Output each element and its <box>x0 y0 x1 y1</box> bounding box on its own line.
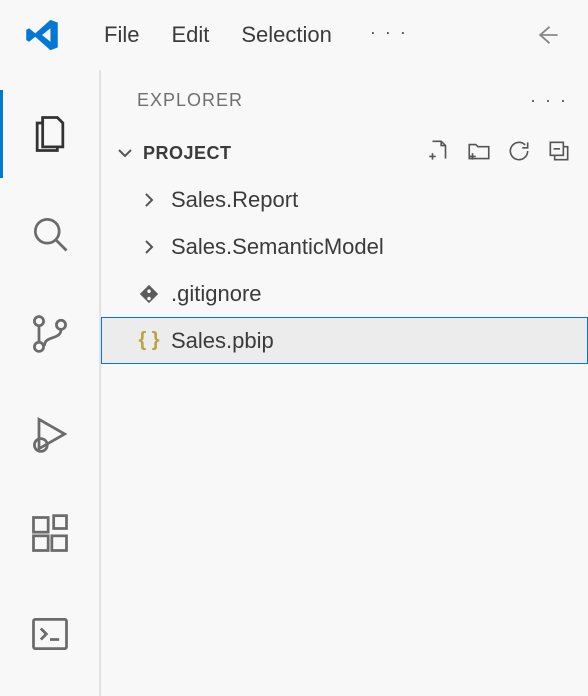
tree-file[interactable]: .gitignore <box>101 270 588 317</box>
file-tree: Sales.Report Sales.SemanticModel .gitign… <box>101 176 588 364</box>
activity-terminal[interactable] <box>0 584 100 684</box>
sidebar-title-text: EXPLORER <box>137 90 243 111</box>
chevron-right-icon <box>137 188 161 212</box>
menu-selection[interactable]: Selection <box>225 16 348 54</box>
terminal-icon <box>28 612 72 656</box>
branch-icon <box>28 312 72 356</box>
sidebar-more-actions[interactable]: · · · <box>530 90 568 111</box>
extensions-icon <box>28 512 72 556</box>
new-file-button[interactable] <box>426 138 452 169</box>
tree-item-label: Sales.Report <box>171 187 298 213</box>
activity-explorer[interactable] <box>0 84 100 184</box>
json-file-icon: { } <box>137 329 161 353</box>
tree-folder[interactable]: Sales.SemanticModel <box>101 223 588 270</box>
tree-item-label: .gitignore <box>171 281 262 307</box>
section-actions <box>426 138 572 169</box>
new-file-icon <box>426 138 452 164</box>
collapse-all-button[interactable] <box>546 138 572 169</box>
collapse-icon <box>546 138 572 164</box>
debug-icon <box>28 412 72 456</box>
activity-search[interactable] <box>0 184 100 284</box>
tree-item-label: Sales.pbip <box>171 328 274 354</box>
refresh-button[interactable] <box>506 138 532 169</box>
menu-edit[interactable]: Edit <box>155 16 225 54</box>
section-header-project[interactable]: PROJECT <box>101 130 588 176</box>
titlebar: File Edit Selection · · · <box>0 0 588 70</box>
tree-item-label: Sales.SemanticModel <box>171 234 384 260</box>
menu-overflow[interactable]: · · · <box>360 16 418 54</box>
chevron-right-icon <box>137 235 161 259</box>
refresh-icon <box>506 138 532 164</box>
activity-run-debug[interactable] <box>0 384 100 484</box>
chevron-down-icon <box>113 141 137 165</box>
activity-source-control[interactable] <box>0 284 100 384</box>
search-icon <box>28 212 72 256</box>
new-folder-icon <box>466 138 492 164</box>
menubar: File Edit Selection · · · <box>88 16 418 54</box>
section-label: PROJECT <box>143 143 232 164</box>
activitybar <box>0 70 100 696</box>
back-arrow-icon[interactable] <box>532 21 560 49</box>
activity-extensions[interactable] <box>0 484 100 584</box>
titlebar-right <box>532 21 576 49</box>
new-folder-button[interactable] <box>466 138 492 169</box>
sidebar-title: EXPLORER · · · <box>101 70 588 130</box>
sidebar: EXPLORER · · · PROJECT <box>100 70 588 696</box>
tree-folder[interactable]: Sales.Report <box>101 176 588 223</box>
files-icon <box>28 112 72 156</box>
menu-file[interactable]: File <box>88 16 155 54</box>
vscode-logo-icon <box>24 17 60 53</box>
git-file-icon <box>137 282 161 306</box>
tree-file[interactable]: { } Sales.pbip <box>101 317 588 364</box>
